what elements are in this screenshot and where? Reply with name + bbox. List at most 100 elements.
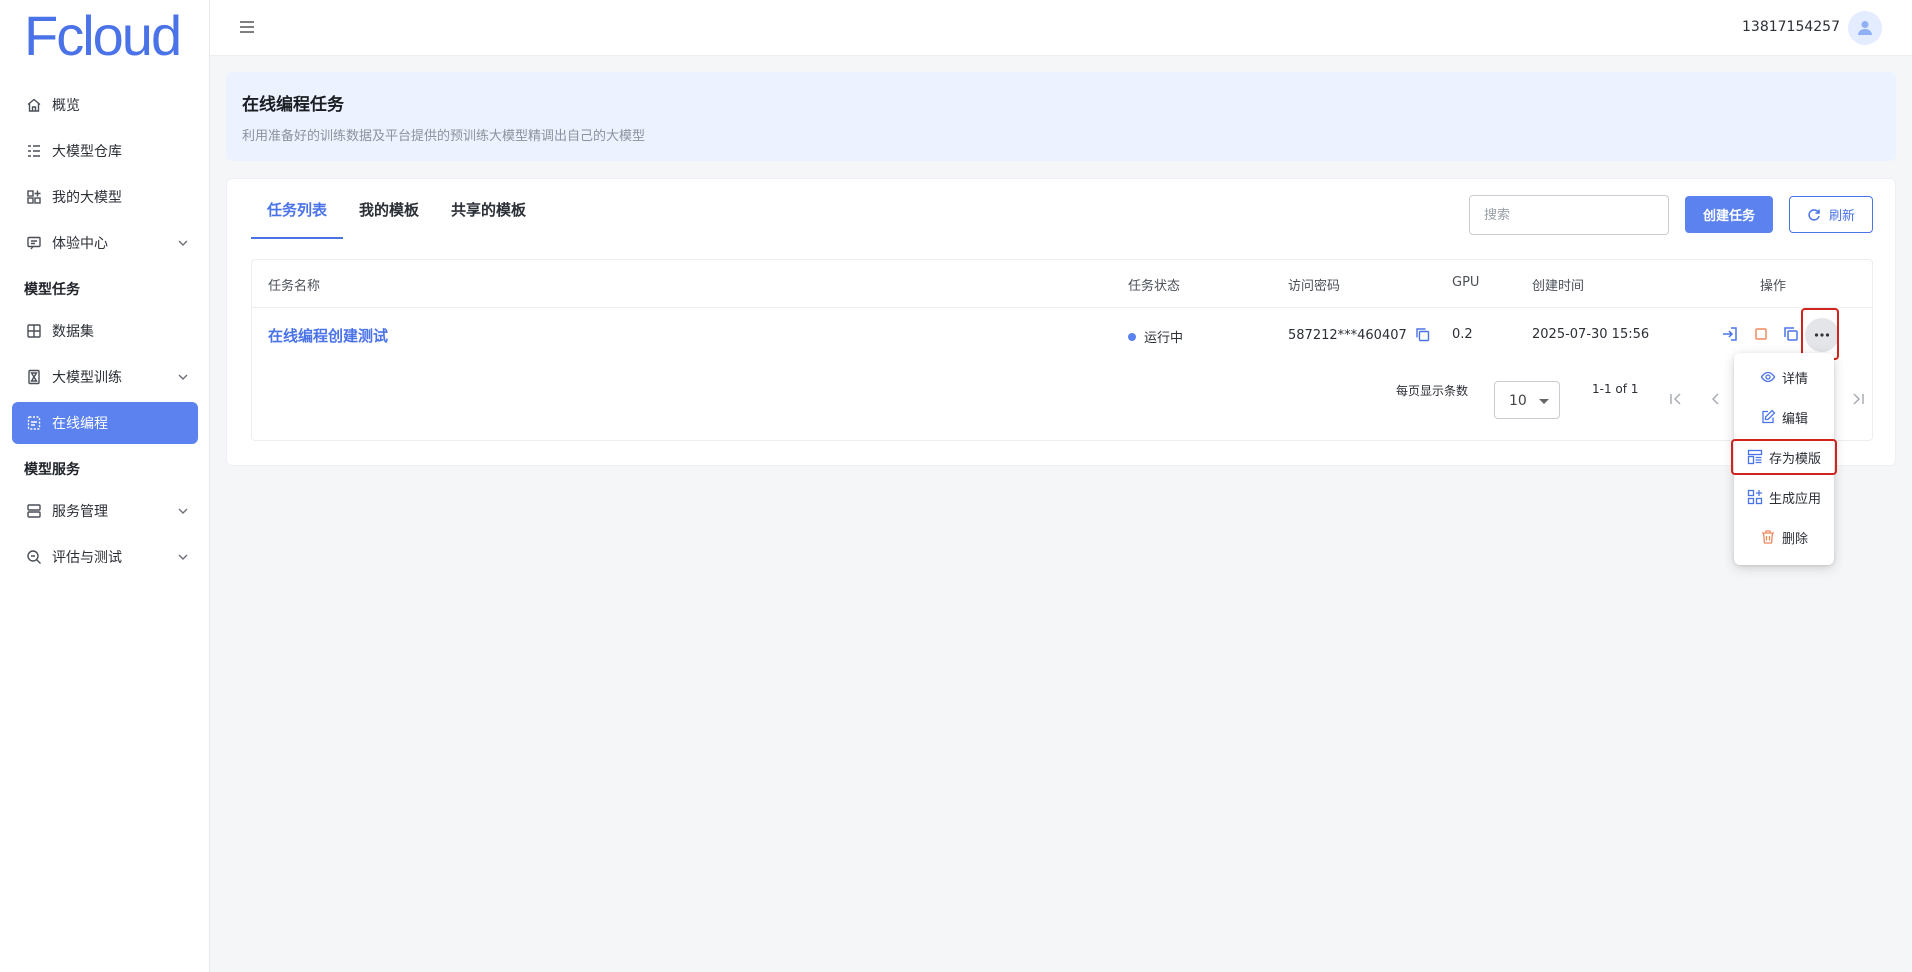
table-icon: [26, 323, 42, 339]
column-header-password: 访问密码: [1288, 279, 1341, 294]
grid-add-icon: [26, 189, 42, 205]
status-badge: 运行中: [1128, 327, 1183, 346]
code-file-icon: [26, 415, 42, 431]
page-header: 在线编程任务 利用准备好的训练数据及平台提供的预训练大模型精调出自己的大模型: [226, 72, 1896, 161]
menu-item-delete[interactable]: 删除: [1734, 519, 1834, 555]
access-password: 587212***460407: [1288, 327, 1430, 343]
chevron-down-icon: [176, 550, 190, 564]
task-table: 任务名称 任务状态 访问密码 GPU 创建时间 操作 在线编程创建测试 运行中 …: [251, 259, 1873, 441]
menu-item-label: 编辑: [1781, 411, 1808, 427]
sidebar-item-label: 评估与测试: [52, 550, 122, 566]
sidebar-item-service-management[interactable]: 服务管理: [12, 490, 198, 532]
trash-icon: [1760, 529, 1776, 545]
edit-icon: [1760, 409, 1776, 425]
list-icon: [26, 143, 42, 159]
task-name-link[interactable]: 在线编程创建测试: [268, 325, 388, 346]
grid-add-icon: [1747, 489, 1763, 505]
refresh-label: 刷新: [1828, 209, 1855, 224]
password-text: 587212***460407: [1288, 328, 1407, 343]
chevron-down-icon: [176, 370, 190, 384]
page-size-select[interactable]: 10: [1494, 381, 1560, 419]
template-icon: [1747, 449, 1763, 465]
sidebar-item-label: 大模型训练: [52, 370, 122, 386]
chat-icon: [26, 235, 42, 251]
chevron-down-icon: [176, 504, 190, 518]
prev-page-icon[interactable]: [1708, 391, 1726, 409]
status-text: 运行中: [1144, 331, 1184, 346]
menu-item-generate-app[interactable]: 生成应用: [1734, 479, 1834, 515]
page-size-label: 每页显示条数: [1396, 384, 1469, 398]
tab-bar: 任务列表 我的模板 共享的模板: [251, 179, 542, 239]
column-header-gpu: GPU: [1452, 275, 1480, 290]
menu-item-save-as-template[interactable]: 存为模版: [1734, 439, 1834, 475]
sidebar-item-my-models[interactable]: 我的大模型: [12, 176, 198, 218]
menu-item-details[interactable]: 详情: [1734, 359, 1834, 395]
avatar[interactable]: [1848, 11, 1882, 45]
menu-toggle-icon[interactable]: [238, 18, 258, 38]
section-title-model-services: 模型服务: [24, 462, 80, 478]
menu-item-label: 生成应用: [1768, 491, 1821, 507]
refresh-button[interactable]: 刷新: [1789, 196, 1873, 233]
column-header-name: 任务名称: [268, 279, 321, 294]
user-name[interactable]: 13817154257: [1742, 19, 1840, 35]
more-actions-menu: 详情 编辑 存为模版 生成应用 删除: [1731, 353, 1837, 565]
sidebar-nav: 概览 大模型仓库 我的大模型 体验中心 模型任务 数据集 大模型训练 在线编程 …: [12, 84, 198, 582]
sidebar-item-dataset[interactable]: 数据集: [12, 310, 198, 352]
top-bar: 13817154257: [210, 0, 1912, 56]
caret-down-icon: [1539, 399, 1549, 404]
last-page-icon[interactable]: [1850, 391, 1868, 409]
sidebar-item-label: 在线编程: [52, 416, 108, 432]
page-subtitle: 利用准备好的训练数据及平台提供的预训练大模型精调出自己的大模型: [242, 129, 646, 144]
search-input[interactable]: [1469, 195, 1669, 235]
create-task-button[interactable]: 创建任务: [1685, 196, 1773, 233]
stop-icon[interactable]: [1752, 325, 1772, 345]
sidebar-item-online-coding[interactable]: 在线编程: [12, 402, 198, 444]
sidebar-item-label: 概览: [52, 98, 80, 114]
copy-icon[interactable]: [1415, 327, 1430, 342]
tab-shared-templates[interactable]: 共享的模板: [435, 179, 542, 239]
tab-my-templates[interactable]: 我的模板: [343, 179, 435, 239]
table-header: 任务名称 任务状态 访问密码 GPU 创建时间 操作: [252, 260, 1872, 308]
sidebar-item-label: 我的大模型: [52, 190, 122, 206]
sidebar-item-label: 大模型仓库: [52, 144, 122, 160]
first-page-icon[interactable]: [1668, 391, 1686, 409]
sidebar-item-model-repo[interactable]: 大模型仓库: [12, 130, 198, 172]
sidebar-item-experience-center[interactable]: 体验中心: [12, 222, 198, 264]
sidebar-item-label: 服务管理: [52, 504, 108, 520]
chevron-down-icon: [176, 236, 190, 250]
sidebar-item-model-training[interactable]: 大模型训练: [12, 356, 198, 398]
sidebar-item-overview[interactable]: 概览: [12, 84, 198, 126]
column-header-created: 创建时间: [1532, 279, 1585, 294]
sidebar-item-label: 体验中心: [52, 236, 108, 252]
page-size-value: 10: [1509, 393, 1527, 409]
column-header-status: 任务状态: [1128, 279, 1181, 294]
column-header-actions: 操作: [1760, 279, 1787, 294]
gpu-value: 0.2: [1452, 327, 1473, 342]
created-time: 2025-07-30 15:56: [1532, 327, 1650, 342]
sidebar-item-label: 数据集: [52, 324, 94, 340]
duplicate-icon[interactable]: [1782, 325, 1802, 345]
menu-item-edit[interactable]: 编辑: [1734, 399, 1834, 435]
page-range: 1-1 of 1: [1592, 382, 1639, 396]
magnifier-icon: [26, 549, 42, 565]
task-card: 任务列表 我的模板 共享的模板 创建任务 刷新 任务名称 任务状态 访问密码 G…: [226, 178, 1896, 466]
home-icon: [26, 97, 42, 113]
app-logo[interactable]: Fcloud: [24, 4, 182, 68]
tab-task-list[interactable]: 任务列表: [251, 179, 344, 239]
section-title-model-tasks: 模型任务: [24, 282, 80, 298]
enter-icon[interactable]: [1721, 325, 1741, 345]
table-row: 在线编程创建测试 运行中 587212***460407 0.2 2025-07…: [252, 308, 1872, 364]
more-icon: [1814, 333, 1830, 337]
menu-item-label: 删除: [1781, 531, 1808, 547]
menu-item-label: 存为模版: [1768, 451, 1821, 467]
hourglass-icon: [26, 369, 42, 385]
status-dot: [1128, 333, 1136, 341]
server-icon: [26, 503, 42, 519]
eye-icon: [1760, 369, 1776, 385]
menu-item-label: 详情: [1781, 371, 1808, 387]
more-actions-button[interactable]: [1805, 318, 1839, 352]
page-title: 在线编程任务: [242, 95, 344, 115]
sidebar-item-evaluation[interactable]: 评估与测试: [12, 536, 198, 578]
refresh-icon: [1808, 208, 1820, 221]
sidebar: Fcloud 概览 大模型仓库 我的大模型 体验中心 模型任务 数据集 大模型训…: [0, 0, 210, 972]
